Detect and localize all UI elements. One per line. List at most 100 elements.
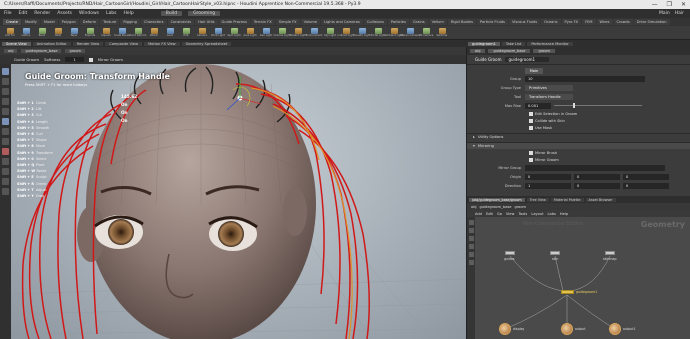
shelf-tab[interactable]: Polygon [58,19,79,25]
shelf-tool-button[interactable]: Camera [195,28,209,37]
scale-tool-icon[interactable] [2,98,9,105]
group-field[interactable]: 10 [525,75,645,82]
mirror-groom-checkbox[interactable] [529,157,533,162]
menu-file[interactable]: File [4,11,12,16]
shelf-tool-button[interactable]: VR Camera [419,28,433,37]
shelf-tool-button[interactable]: Add Fur [3,28,17,37]
menu-windows[interactable]: Windows [79,11,99,16]
shelf-tool-button[interactable]: Edit [179,28,193,37]
shelf-tab[interactable]: Modify [21,19,40,25]
direction-x-field[interactable]: 1 [525,182,571,189]
network-tool-icon[interactable] [468,260,474,265]
network-canvas[interactable]: Non-Commercial Edition Geometry guides s… [475,217,690,339]
minimize-icon[interactable]: — [652,1,658,8]
network-menu-item[interactable]: Edit [486,212,493,216]
shelf-tab[interactable]: Vellum [428,19,447,25]
path-guidegroom-base[interactable]: guidegroom_base [488,49,531,53]
shelf-tab[interactable]: Collisions [363,19,387,25]
menu-labs[interactable]: Labs [106,11,116,16]
viewport-pane-tab[interactable]: Render View [72,41,104,46]
shelf-tool-button[interactable]: Volume Light [274,28,290,37]
close-icon[interactable]: ✕ [681,1,686,8]
select-tool-icon[interactable] [2,68,9,75]
slider-handle[interactable] [573,103,576,108]
direction-y-field[interactable]: 0 [574,182,620,189]
node-output1[interactable] [609,323,621,335]
shelf-tab[interactable]: Particles [387,19,409,25]
menu-help[interactable]: Help [124,11,134,16]
shelf-tab[interactable]: Viscous Fluids [508,19,541,25]
shelf-tab[interactable]: Characters [140,19,167,25]
node-output[interactable] [561,323,573,335]
record-icon[interactable] [2,148,9,155]
network-menu-item[interactable]: Go [497,212,502,216]
tab-tree-view[interactable]: Tree View [526,197,549,202]
path-guidegroom-base[interactable]: guidegroom_base [21,49,62,53]
softness-field[interactable]: 1 [65,57,84,62]
path-groom[interactable]: groom [533,49,556,53]
shelf-tool-button[interactable]: Environment [306,28,322,37]
shelf-tool-button[interactable]: Attach [147,28,161,37]
shelf-tab[interactable]: Model [40,19,58,25]
shelf-tab[interactable]: Oceans [541,19,561,25]
origin-y-field[interactable]: 0 [574,173,620,180]
shelf-tool-button[interactable]: Squash [99,28,113,37]
network-menu-item[interactable]: Add [475,212,482,216]
mirror-group-field[interactable] [525,164,665,171]
groom-brush-icon[interactable] [2,118,9,125]
mirror-brush-checkbox[interactable] [529,150,533,155]
network-tool-icon[interactable] [468,244,474,249]
build-dropdown[interactable]: Build [160,11,183,16]
tab-asset-browser[interactable]: Asset Browser [585,197,616,202]
tab-performance-monitor[interactable]: Performance Monitor [527,41,573,46]
max-rise-slider[interactable] [554,103,642,108]
node-display[interactable] [499,323,511,335]
menu-render[interactable]: Render [34,11,50,16]
viewport-pane-tab[interactable]: Motion FX View [144,41,180,46]
path-obj[interactable]: obj [471,205,476,209]
magnet-icon[interactable] [2,168,9,175]
shelf-tab[interactable]: Wires [596,19,613,25]
shelf-tool-button[interactable]: Indirect Light [337,28,355,37]
shelf-tool-button[interactable]: Sky Light [323,28,337,37]
shelf-tab[interactable]: Pyro FX [561,19,582,25]
maximize-icon[interactable]: ❐ [667,1,672,8]
max-rise-field[interactable]: 0.001 [525,102,551,109]
shelf-tab[interactable]: Grains [409,19,428,25]
tab-network-view[interactable]: /obj/guidegroom_base/groom [469,197,525,202]
handle-tool-icon[interactable] [2,108,9,115]
viewport-pane-tab[interactable]: Composite View [105,41,143,46]
viewport-pane-tab[interactable]: Animation Editor [32,41,71,46]
main-dropdown[interactable]: Main [659,11,670,16]
collide-checkbox[interactable] [529,118,533,123]
pose-tool-icon[interactable] [2,138,9,145]
shelf-tool-button[interactable]: Lens [163,28,177,37]
node-skinmap[interactable] [605,251,615,255]
snap-icon[interactable] [2,158,9,165]
shelf-tab[interactable]: Crowds [613,19,633,25]
path-obj[interactable]: obj [4,49,18,53]
shelf-tool-button[interactable]: Spot Light [227,28,241,37]
shelf-tab[interactable]: Simple FX [275,19,300,25]
menu-assets[interactable]: Assets [57,11,72,16]
path-groom[interactable]: groom [514,205,526,209]
shelf-tool-button[interactable]: Portal Light [371,28,385,37]
rotate-tool-icon[interactable] [2,88,9,95]
shelf-tool-button[interactable]: Caustic Light [354,28,370,37]
shelf-tool-button[interactable]: Explode [83,28,97,37]
hair-dropdown[interactable]: Hair [675,11,684,16]
node-guides[interactable] [505,251,515,255]
shelf-tab[interactable]: Constraints [167,19,195,25]
tool-dropdown[interactable]: Transform Handle [525,93,573,100]
path-guidegroom-base[interactable]: guidegroom_base [479,205,511,209]
viewport-pane-tab[interactable]: Scene View [2,41,31,46]
origin-z-field[interactable]: 0 [623,173,669,180]
shelf-tab[interactable]: Rigid Bodies [447,19,477,25]
shelf-tab[interactable]: Volume [300,19,321,25]
edit-selection-checkbox[interactable] [529,111,533,116]
shelf-tool-button[interactable]: Switcher [435,28,449,37]
render-region-icon[interactable] [2,188,9,195]
tab-take-list[interactable]: Take List [501,41,526,46]
path-obj[interactable]: obj [470,49,486,53]
desktop-dropdown[interactable]: Grooming [188,11,221,16]
